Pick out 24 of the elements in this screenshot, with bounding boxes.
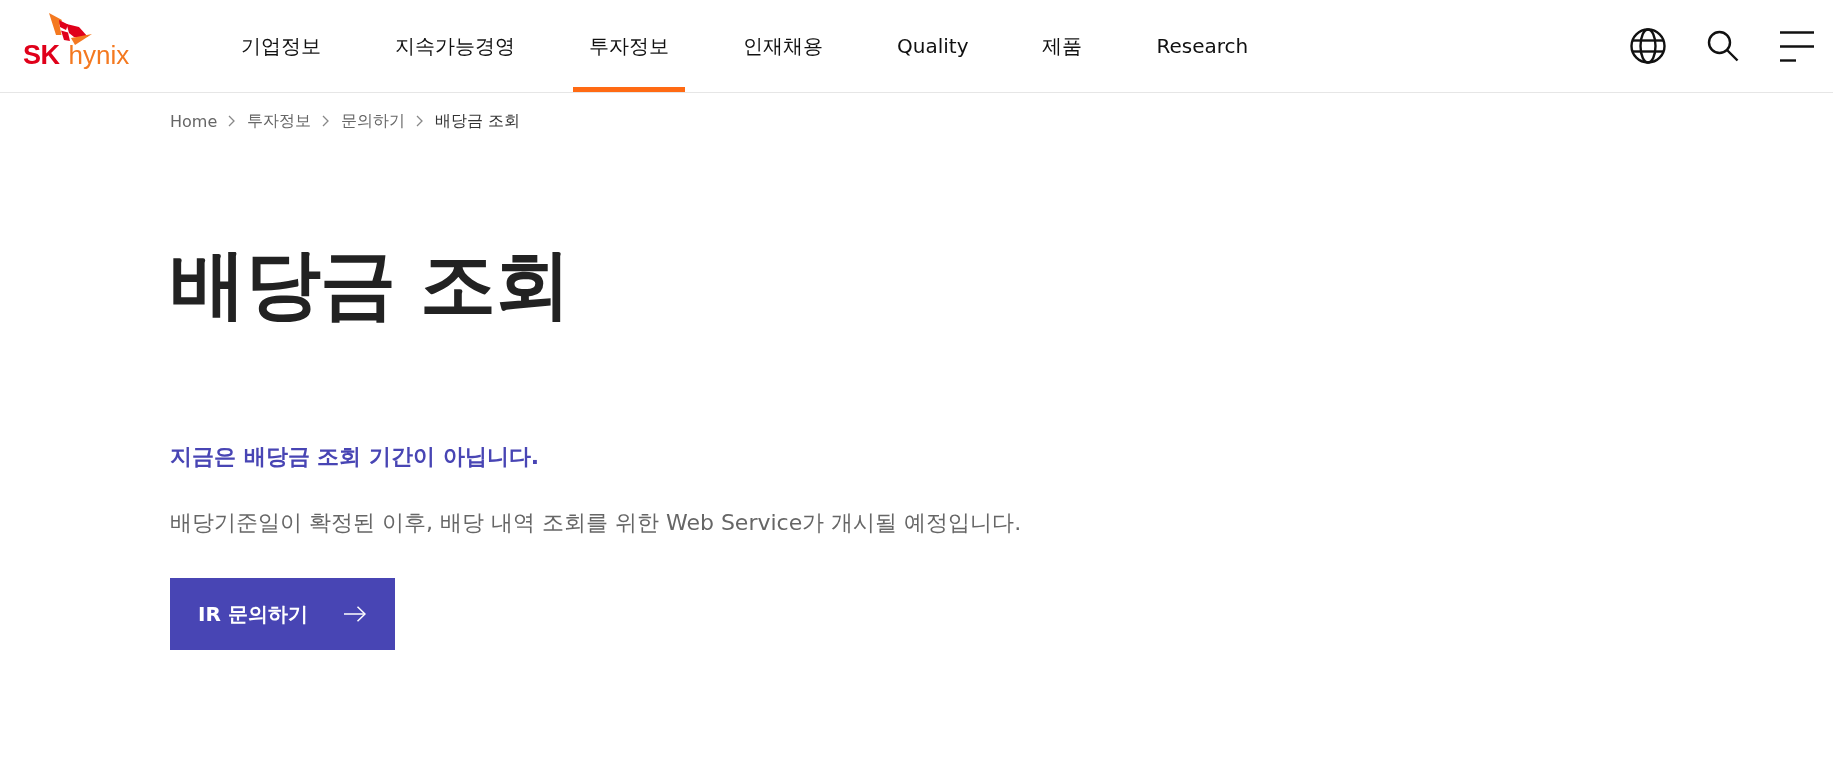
nav-tab[interactable]: Research (1140, 0, 1265, 92)
nav-tab[interactable]: 투자정보 (573, 0, 685, 92)
nav-tab[interactable]: Quality (881, 0, 985, 92)
breadcrumb-link[interactable]: 배당금 조회 (435, 110, 521, 132)
breadcrumb-link[interactable]: Home (170, 111, 218, 131)
nav-tab[interactable]: 지속가능경영 (379, 0, 531, 92)
chevron-right-icon (322, 115, 330, 127)
breadcrumb-link[interactable]: 투자정보 (247, 110, 312, 132)
chevron-right-icon (228, 115, 236, 127)
search-icon[interactable] (1707, 30, 1739, 62)
breadcrumb-link[interactable]: 문의하기 (341, 110, 406, 132)
chevron-right-icon (416, 115, 424, 127)
nav-tab[interactable]: 인재채용 (727, 0, 839, 92)
description-text: 배당기준일이 확정된 이후, 배당 내역 조회를 위한 Web Service가 개시될 예정입니다. (170, 508, 1023, 537)
arrow-right-icon (344, 606, 366, 623)
page-title: 배당금 조회 (170, 238, 572, 330)
nav-tab[interactable]: 제품 (1026, 0, 1099, 92)
globe-icon[interactable] (1630, 28, 1666, 64)
ir-inquiry-button[interactable]: IR 문의하기 (170, 578, 395, 651)
notice-text: 지금은 배당금 조회 기간이 아닙니다. (170, 443, 540, 472)
nav-tab[interactable]: 기업정보 (225, 0, 337, 92)
butterfly-logo-icon[interactable] (49, 13, 93, 45)
logo-brand-text[interactable]: SK (23, 44, 60, 66)
menu-icon[interactable] (1780, 30, 1814, 62)
